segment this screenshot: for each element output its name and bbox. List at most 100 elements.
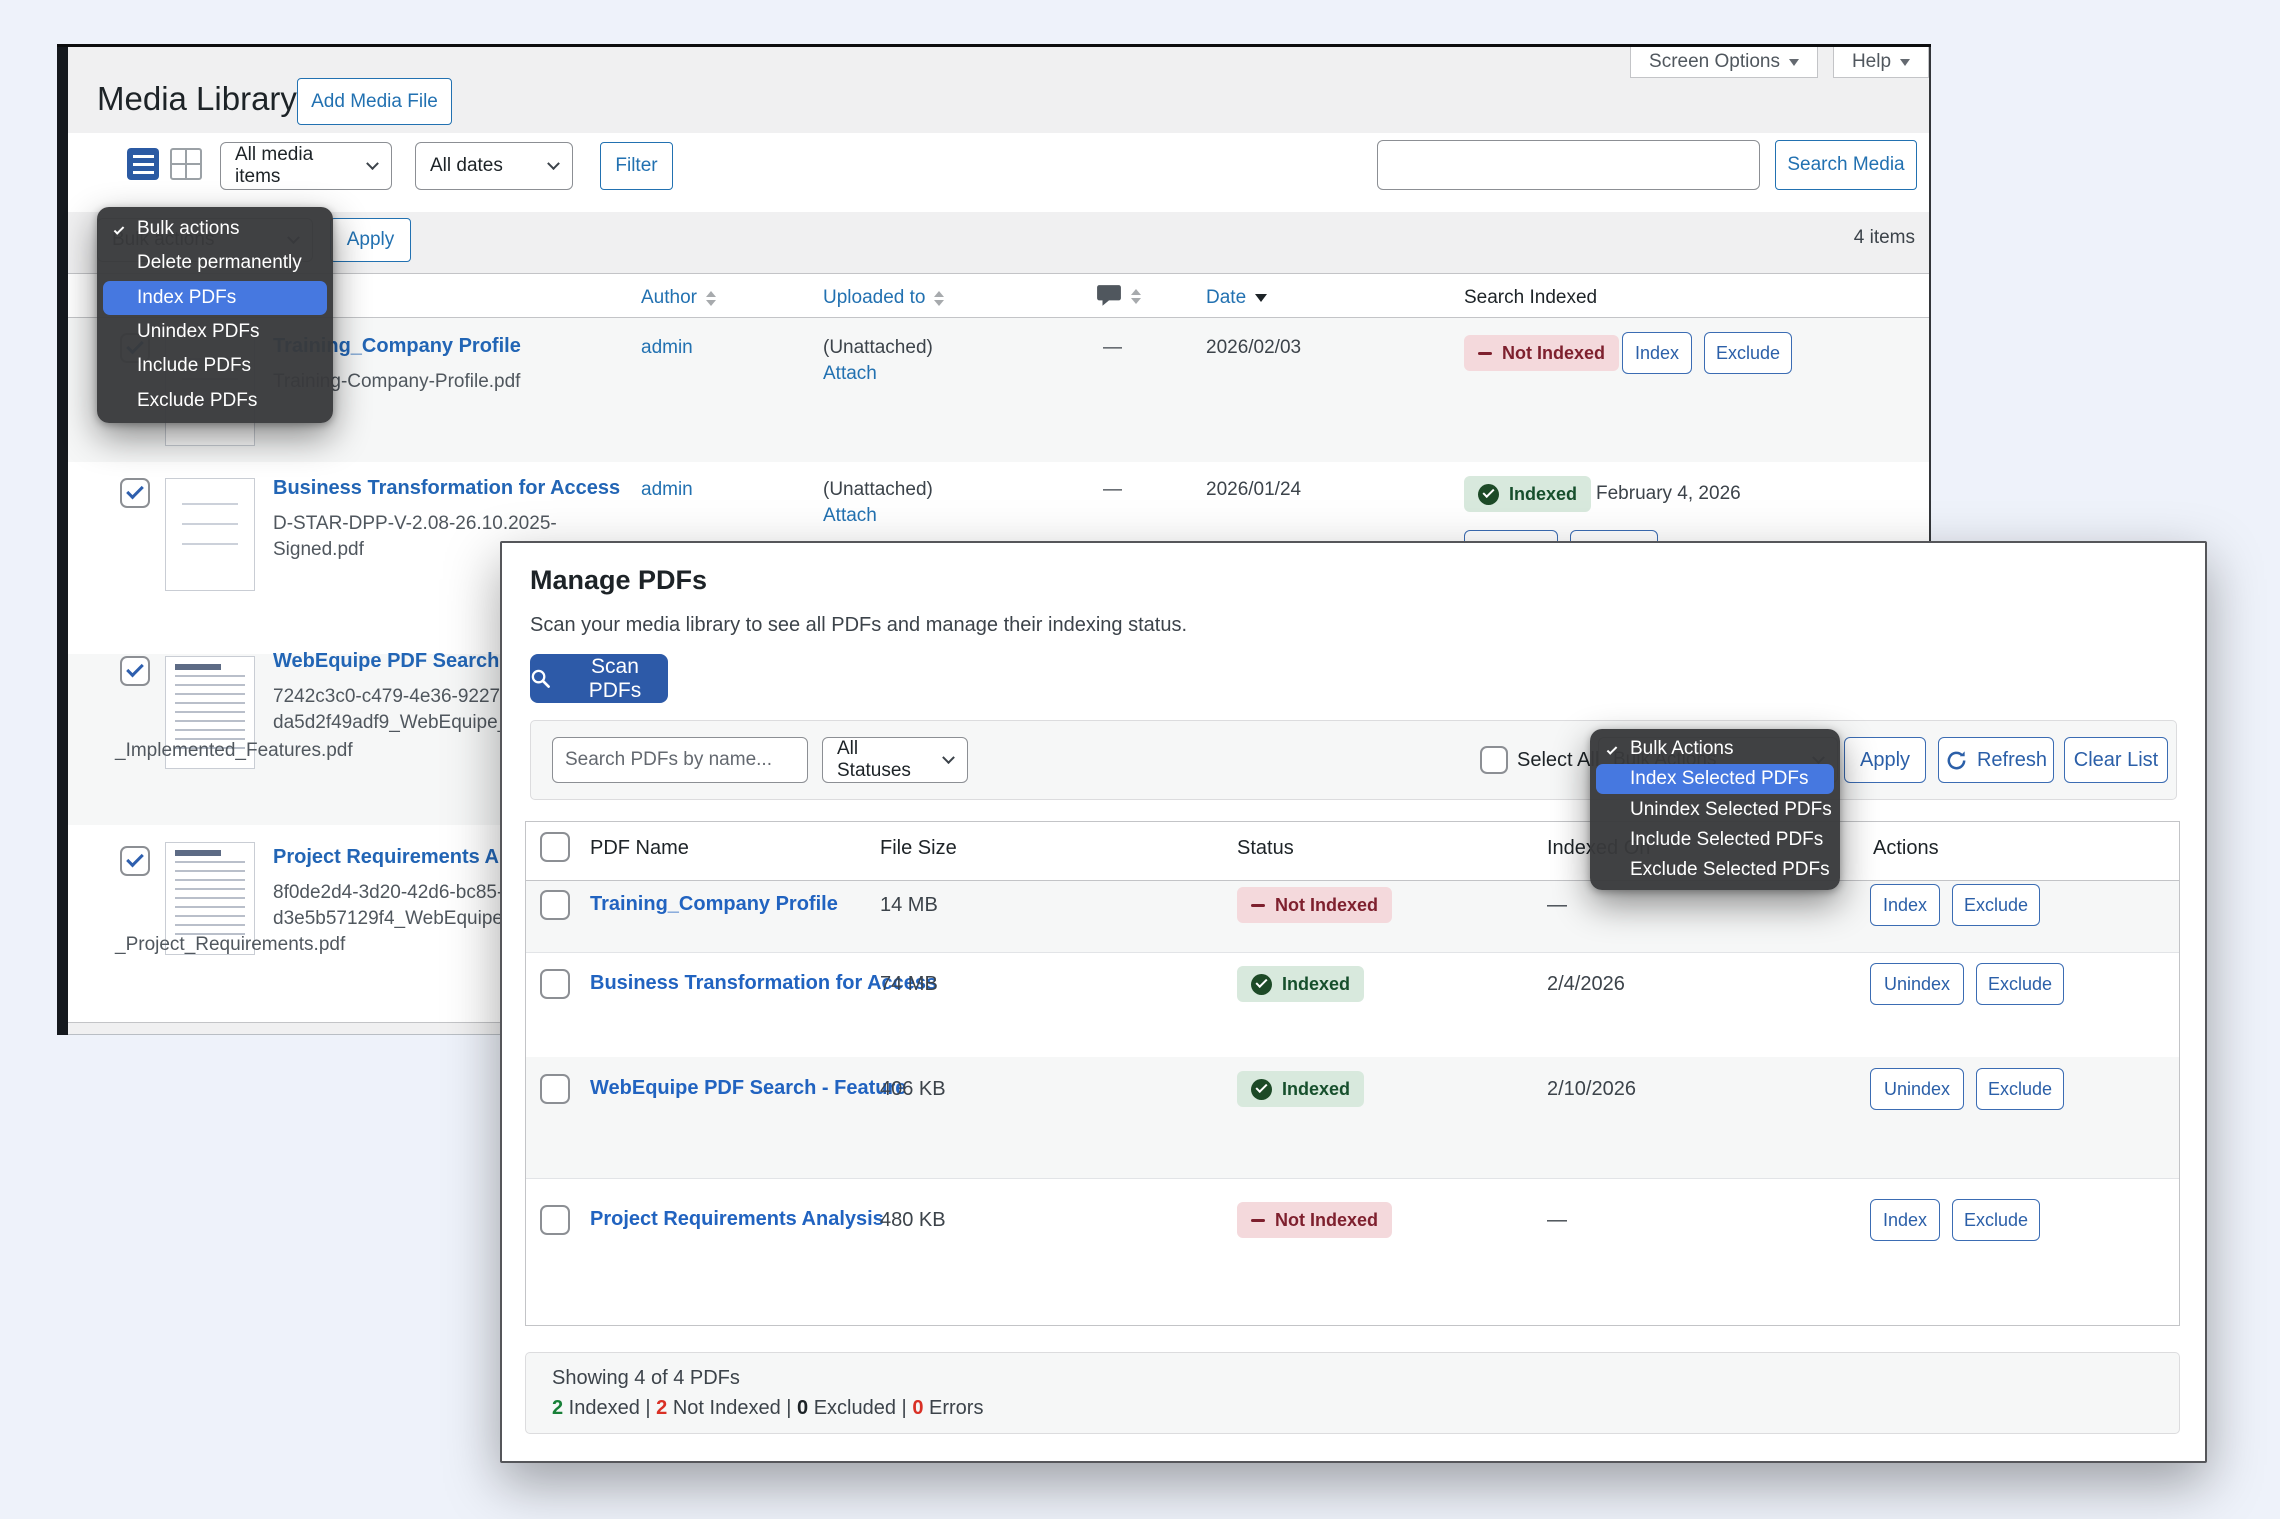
- sort-icon: [706, 291, 716, 306]
- status-badge: Indexed: [1237, 966, 1364, 1002]
- table-border: [526, 952, 2179, 953]
- search-media-button[interactable]: Search Media: [1775, 140, 1917, 190]
- select-all-label: Select All: [1517, 749, 1599, 772]
- status-filter-select[interactable]: All Statuses: [822, 737, 968, 783]
- author-header-link[interactable]: Author: [641, 287, 697, 309]
- menu-item-exclude-pdfs[interactable]: Exclude PDFs: [103, 384, 327, 418]
- chevron-down-icon: [942, 751, 955, 764]
- menu-item-unindex-pdfs[interactable]: Unindex PDFs: [103, 315, 327, 349]
- attach-link[interactable]: Attach: [823, 505, 877, 527]
- unindex-button[interactable]: Unindex: [1870, 963, 1964, 1005]
- media-search-input[interactable]: [1377, 140, 1760, 190]
- thumbnail-heading: [175, 664, 221, 670]
- index-button[interactable]: Index: [1870, 1199, 1940, 1241]
- media-item-filename: da5d2f49adf9_WebEquipe_P: [273, 712, 521, 734]
- admin-sidebar-edge: [57, 47, 68, 1035]
- status-badge: Not Indexed: [1237, 887, 1392, 923]
- column-header-uploaded-to[interactable]: Uploaded to: [823, 282, 944, 314]
- exclude-button[interactable]: Exclude: [1704, 332, 1792, 374]
- table-border: [68, 273, 1929, 274]
- refresh-button[interactable]: Refresh: [1938, 737, 2054, 783]
- menu-item-bulk-actions[interactable]: Bulk actions: [103, 212, 327, 246]
- pdf-name-link[interactable]: Training_Company Profile: [590, 893, 838, 916]
- exclude-button[interactable]: Exclude: [1952, 884, 2040, 926]
- menu-item-unindex-selected[interactable]: Unindex Selected PDFs: [1596, 794, 1834, 824]
- comments-value: —: [1103, 479, 1122, 501]
- menu-item-exclude-selected[interactable]: Exclude Selected PDFs: [1596, 855, 1834, 885]
- select-all-rows-checkbox[interactable]: [540, 832, 570, 862]
- media-type-filter-select[interactable]: All media items: [220, 142, 392, 190]
- pdf-name-link[interactable]: WebEquipe PDF Search - Feature: [590, 1077, 906, 1100]
- row-checkbox[interactable]: [540, 890, 570, 920]
- clear-list-button[interactable]: Clear List: [2064, 737, 2168, 783]
- exclude-button[interactable]: Exclude: [1976, 1068, 2064, 1110]
- media-item-title[interactable]: Business Transformation for Access: [273, 477, 620, 500]
- exclude-button[interactable]: Exclude: [1976, 963, 2064, 1005]
- check-icon: [114, 224, 125, 235]
- list-view-icon[interactable]: [127, 148, 159, 180]
- menu-item-include-pdfs[interactable]: Include PDFs: [103, 349, 327, 383]
- footer-stats: 2 Indexed | 2 Not Indexed | 0 Excluded |…: [552, 1397, 983, 1420]
- add-media-file-button[interactable]: Add Media File: [297, 78, 452, 125]
- indexed-count: 2: [552, 1397, 563, 1419]
- check-icon: [1607, 744, 1618, 755]
- filter-button[interactable]: Filter: [600, 142, 673, 190]
- uploaded-to-value: (Unattached): [823, 479, 933, 501]
- file-size-value: 74 MB: [880, 973, 938, 996]
- errors-count: 0: [912, 1397, 923, 1419]
- grid-view-icon[interactable]: [170, 148, 202, 180]
- date-filter-select[interactable]: All dates: [415, 142, 573, 190]
- media-item-filename: Signed.pdf: [273, 539, 364, 561]
- status-badge: Not Indexed: [1464, 335, 1619, 371]
- menu-item-index-selected[interactable]: Index Selected PDFs: [1596, 764, 1834, 794]
- column-header-comments[interactable]: [1096, 280, 1141, 312]
- index-button[interactable]: Index: [1870, 884, 1940, 926]
- uploaded-to-header-link[interactable]: Uploaded to: [823, 287, 925, 309]
- author-link[interactable]: admin: [641, 337, 693, 359]
- table-border: [526, 880, 2179, 881]
- date-header-link[interactable]: Date: [1206, 287, 1246, 309]
- file-size-value: 406 KB: [880, 1078, 946, 1101]
- pdf-thumbnail[interactable]: [165, 478, 255, 591]
- menu-item-index-pdfs[interactable]: Index PDFs: [103, 281, 327, 315]
- unindex-button[interactable]: Unindex: [1870, 1068, 1964, 1110]
- comments-value: —: [1103, 337, 1122, 359]
- row-checkbox[interactable]: [120, 478, 150, 508]
- status-badge: Indexed: [1464, 476, 1591, 512]
- status-badge: Indexed: [1237, 1071, 1364, 1107]
- menu-item-delete-permanently[interactable]: Delete permanently: [103, 246, 327, 280]
- indexed-on-value: 2/10/2026: [1547, 1078, 1636, 1101]
- row-checkbox[interactable]: [540, 1205, 570, 1235]
- pdf-search-input[interactable]: [552, 737, 808, 783]
- row-checkbox[interactable]: [540, 1074, 570, 1104]
- chevron-down-icon: [366, 157, 379, 170]
- author-link[interactable]: admin: [641, 479, 693, 501]
- menu-item-bulk-actions[interactable]: Bulk Actions: [1596, 734, 1834, 764]
- screen-options-tab[interactable]: Screen Options: [1630, 47, 1818, 78]
- exclude-button[interactable]: Exclude: [1952, 1199, 2040, 1241]
- column-header-date[interactable]: Date: [1206, 282, 1267, 314]
- panel-bulk-actions-menu: Bulk Actions Index Selected PDFs Unindex…: [1590, 729, 1840, 890]
- uploaded-to-value: (Unattached): [823, 337, 933, 359]
- comment-icon: [1096, 284, 1122, 308]
- row-checkbox[interactable]: [120, 656, 150, 686]
- thumbnail-lines: [182, 503, 238, 562]
- scan-pdfs-button[interactable]: Scan PDFs: [530, 654, 668, 703]
- menu-item-include-selected[interactable]: Include Selected PDFs: [1596, 825, 1834, 855]
- index-button[interactable]: Index: [1622, 332, 1692, 374]
- column-header-author[interactable]: Author: [641, 282, 716, 314]
- indexed-on-value: 2/4/2026: [1547, 973, 1625, 996]
- date-value: 2026/02/03: [1206, 337, 1301, 359]
- help-tab[interactable]: Help: [1833, 47, 1929, 78]
- apply-button[interactable]: Apply: [330, 218, 411, 262]
- select-all-checkbox[interactable]: [1480, 746, 1508, 774]
- minus-icon: [1478, 352, 1492, 355]
- status-filter-value: All Statuses: [837, 738, 932, 782]
- sort-icon: [934, 291, 944, 306]
- panel-apply-button[interactable]: Apply: [1844, 737, 1926, 783]
- pdf-name-link[interactable]: Project Requirements Analysis: [590, 1208, 884, 1231]
- row-checkbox[interactable]: [540, 969, 570, 999]
- row-checkbox[interactable]: [120, 846, 150, 876]
- panel-title: Manage PDFs: [530, 565, 707, 596]
- attach-link[interactable]: Attach: [823, 363, 877, 385]
